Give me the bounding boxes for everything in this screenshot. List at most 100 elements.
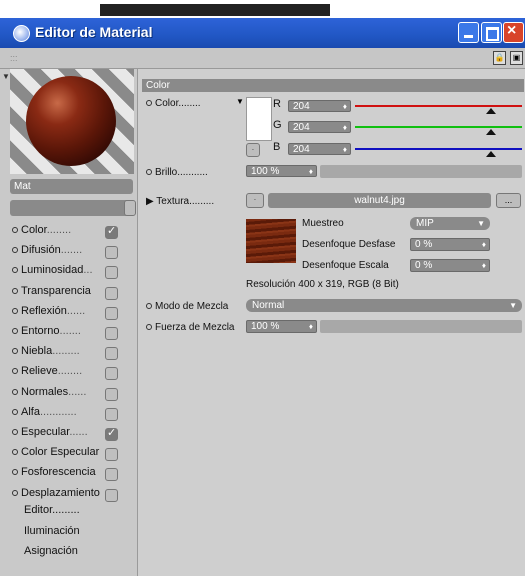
g-slider-track[interactable] (355, 126, 522, 128)
sidebar-item-channel[interactable]: Reflexión...... (12, 305, 85, 324)
channel-checkbox[interactable] (105, 468, 118, 481)
channel-checkbox[interactable] (105, 266, 118, 279)
channel-dots: ...... (68, 386, 87, 398)
sidebar-item-channel[interactable]: Entorno....... (12, 325, 81, 344)
bullet-icon (12, 288, 18, 295)
brillo-slider[interactable] (320, 165, 522, 178)
pin-icon[interactable]: ▣ (510, 51, 523, 65)
channel-dots: ........ (57, 365, 83, 377)
r-value: 204 (293, 101, 310, 112)
g-value-field[interactable]: 204 ♦ (288, 121, 351, 133)
sidebar-item-channel[interactable]: Luminosidad... (12, 264, 93, 283)
brillo-value-field[interactable]: 100 % ♦ (246, 165, 317, 177)
channel-label: Reflexión (21, 305, 67, 317)
spinner-icon[interactable]: ♦ (482, 260, 486, 272)
channel-checkbox[interactable] (105, 489, 118, 502)
close-button[interactable]: × (503, 22, 524, 43)
close-icon: × (507, 22, 517, 39)
channel-checkbox[interactable] (105, 347, 118, 360)
bullet-icon (12, 328, 18, 335)
desenfoque-desfase-field[interactable]: 0 % ♦ (410, 238, 490, 251)
material-sphere (26, 76, 116, 166)
b-slider-track[interactable] (355, 148, 522, 150)
expand-icon[interactable]: ▶ (146, 196, 156, 207)
sidebar-item-channel[interactable]: Relieve........ (12, 365, 82, 384)
r-slider-track[interactable] (355, 105, 522, 107)
sidebar-item-iluminacion[interactable]: Iluminación (24, 525, 80, 537)
channel-label: Color Especular (21, 446, 100, 458)
muestreo-label: Muestreo (302, 218, 344, 229)
channel-checkbox[interactable] (105, 426, 118, 441)
section-header: Color (142, 79, 524, 92)
textura-label: ▶ Textura......... (146, 196, 214, 207)
preview-menu-icon[interactable]: ▼ (2, 72, 10, 81)
b-value-field[interactable]: 204 ♦ (288, 143, 351, 155)
spinner-icon[interactable]: ♦ (343, 101, 347, 113)
color-swatch[interactable] (246, 97, 272, 141)
sidebar-item-channel[interactable]: Color Especular (12, 446, 99, 465)
spinner-icon[interactable]: ♦ (482, 239, 486, 251)
grip-icon: ::: (10, 53, 18, 63)
fuerza-value-field[interactable]: 100 % ♦ (246, 320, 317, 333)
channel-checkbox[interactable] (105, 388, 118, 401)
fuerza-value: 100 % (251, 321, 280, 332)
color-picker-button[interactable]: · (246, 143, 260, 157)
channel-dots: ........ (46, 224, 72, 236)
sidebar-item-asignacion[interactable]: Asignación (24, 545, 78, 557)
channel-label: Entorno (21, 325, 60, 337)
channel-label: Color (21, 224, 47, 236)
fuerza-label-text: Fuerza de Mezcla (155, 322, 235, 333)
spinner-icon[interactable]: ♦ (309, 166, 313, 178)
textura-label-text: Textura......... (156, 196, 215, 207)
lock-icon[interactable]: 🔒 (493, 51, 506, 65)
sidebar-item-channel[interactable]: Color........ (12, 224, 71, 243)
modo-mezcla-select[interactable]: Normal ▼ (246, 299, 522, 312)
channel-checkbox[interactable] (105, 287, 118, 300)
channel-checkbox[interactable] (105, 367, 118, 380)
channel-checkbox[interactable] (105, 327, 118, 340)
sidebar-item-channel[interactable]: Normales...... (12, 386, 86, 405)
b-value: 204 (293, 144, 310, 155)
desenfoque-desfase-label: Desenfoque Desfase (302, 239, 396, 250)
sidebar-item-channel[interactable]: Alfa............ (12, 406, 77, 425)
chevron-down-icon: ▼ (509, 301, 517, 310)
g-slider-handle[interactable] (486, 129, 496, 135)
sidebar-item-channel[interactable]: Transparencia (12, 285, 91, 304)
channel-checkbox[interactable] (105, 246, 118, 259)
desenfoque-escala-value: 0 % (415, 260, 433, 271)
r-value-field[interactable]: 204 ♦ (288, 100, 351, 112)
channel-dots: ...... (66, 305, 86, 317)
slider-knob[interactable] (124, 200, 136, 216)
preview-slider[interactable] (10, 200, 136, 216)
channel-checkbox[interactable] (105, 224, 118, 239)
muestreo-select[interactable]: MIP ▼ (410, 217, 490, 230)
b-slider-handle[interactable] (486, 151, 496, 157)
maximize-button[interactable] (481, 22, 502, 43)
maximize-icon (486, 27, 499, 41)
bullet-icon (12, 348, 18, 355)
desenfoque-escala-field[interactable]: 0 % ♦ (410, 259, 490, 272)
texture-browse-button[interactable]: · (246, 193, 264, 208)
channel-checkbox[interactable] (105, 408, 118, 421)
sidebar-item-editor[interactable]: Editor......... (24, 504, 80, 516)
sidebar-item-channel[interactable]: Fosforescencia (12, 466, 96, 485)
r-slider-handle[interactable] (486, 108, 496, 114)
spinner-icon[interactable]: ♦ (309, 321, 313, 333)
channel-checkbox[interactable] (105, 307, 118, 320)
material-name-field[interactable]: Mat (10, 179, 133, 194)
fuerza-slider[interactable] (320, 320, 522, 333)
spinner-icon[interactable]: ♦ (343, 122, 347, 134)
spinner-icon[interactable]: ♦ (343, 144, 347, 156)
channel-checkbox[interactable] (105, 448, 118, 461)
color-dropdown-icon[interactable]: ▼ (236, 97, 244, 106)
bullet-icon (12, 429, 18, 436)
sidebar-item-channel[interactable]: Niebla......... (12, 345, 80, 364)
more-button[interactable]: ... (496, 193, 521, 208)
bullet-icon (12, 389, 18, 396)
title-bar[interactable]: Editor de Material × (0, 18, 525, 48)
texture-file-field[interactable]: walnut4.jpg (268, 193, 491, 208)
minimize-button[interactable] (458, 22, 479, 43)
sidebar-item-channel[interactable]: Difusión....... (12, 244, 82, 263)
channel-label: Desplazamiento (21, 487, 100, 499)
sidebar-item-channel[interactable]: Especular...... (12, 426, 88, 445)
